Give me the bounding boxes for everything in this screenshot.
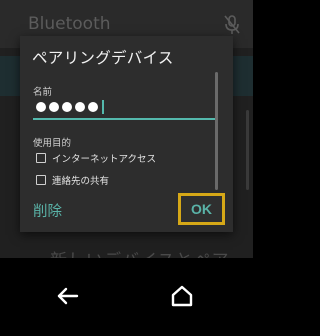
contact-sharing-checkbox[interactable] — [36, 175, 46, 185]
pairing-dialog: ペアリングデバイス 名前 使用目的 インターネットアクセス 連絡先の共有 削除 … — [20, 36, 233, 232]
contact-sharing-label: 連絡先の共有 — [52, 176, 110, 187]
background-title: Bluetooth — [28, 14, 111, 34]
name-input[interactable] — [36, 99, 104, 115]
pin-dot — [62, 102, 72, 112]
ok-button[interactable]: OK — [178, 193, 225, 225]
background-scrollbar — [246, 110, 249, 190]
delete-button[interactable]: 削除 — [33, 200, 62, 221]
ok-button-label: OK — [191, 201, 212, 217]
pin-dot — [36, 102, 46, 112]
usage-section-label: 使用目的 — [33, 138, 72, 149]
text-cursor — [102, 100, 104, 114]
dialog-title: ペアリングデバイス — [32, 49, 174, 67]
back-arrow-icon[interactable] — [56, 284, 80, 308]
pin-dot — [75, 102, 85, 112]
name-input-underline — [33, 118, 216, 120]
pin-dot — [88, 102, 98, 112]
dialog-scrollbar[interactable] — [215, 72, 218, 190]
internet-access-label: インターネットアクセス — [52, 154, 157, 165]
home-icon[interactable] — [170, 284, 194, 308]
navigation-bar — [0, 258, 253, 336]
pin-dot — [49, 102, 59, 112]
screen: Bluetooth 新しいデバイスとペア ペアリングデバイス 名前 使用目的 イ… — [0, 0, 253, 336]
mic-off-icon — [222, 14, 242, 36]
contact-sharing-option[interactable]: 連絡先の共有 — [36, 173, 109, 187]
name-field-label: 名前 — [33, 87, 53, 98]
internet-access-option[interactable]: インターネットアクセス — [36, 151, 156, 165]
internet-access-checkbox[interactable] — [36, 153, 46, 163]
